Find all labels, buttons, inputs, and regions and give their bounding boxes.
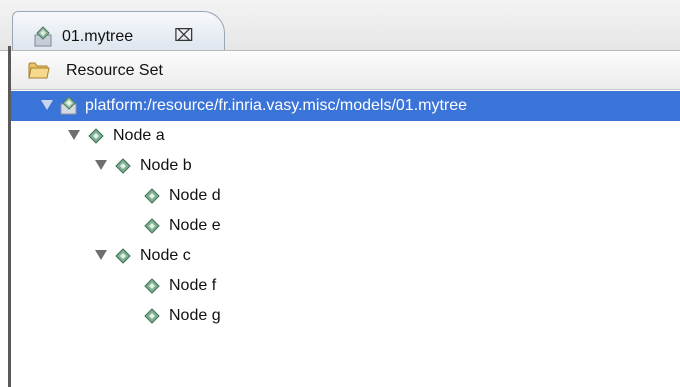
tree-node-b[interactable]: Node b [11, 151, 680, 181]
tree-editor: 01.mytree ⌧ Resource Set platform:/resou… [0, 0, 680, 387]
close-icon[interactable]: ⌧ [174, 26, 194, 46]
tree-node-g[interactable]: Node g [11, 301, 680, 331]
mytree-file-icon [34, 26, 52, 47]
tree-node-icon [144, 188, 160, 204]
tree-node-icon [144, 308, 160, 324]
tree-node-f[interactable]: Node f [11, 271, 680, 301]
tree-node-label: Node b [140, 157, 192, 174]
tree-node-a[interactable]: Node a [11, 121, 680, 151]
tree-node-icon [144, 278, 160, 294]
tree-node-icon [144, 218, 160, 234]
resource-set-label: Resource Set [66, 62, 163, 79]
tree-root-row[interactable]: platform:/resource/fr.inria.vasy.misc/mo… [11, 91, 680, 121]
editor-tab-bar: 01.mytree ⌧ [0, 0, 680, 51]
model-file-icon [60, 96, 77, 115]
tree-node-label: Node c [140, 247, 191, 264]
folder-icon [28, 62, 50, 79]
tree-node-e[interactable]: Node e [11, 211, 680, 241]
expand-toggle-icon[interactable] [68, 130, 80, 140]
tab-title: 01.mytree [62, 28, 134, 45]
expand-toggle-icon[interactable] [41, 100, 53, 110]
tree-node-label: Node d [169, 187, 221, 204]
tree-node-icon [115, 158, 131, 174]
tree-node-c[interactable]: Node c [11, 241, 680, 271]
tree-node-label: Node a [113, 127, 165, 144]
expand-toggle-icon[interactable] [95, 250, 107, 260]
tree-node-label: Node f [169, 277, 217, 294]
tree-node-icon [115, 248, 131, 264]
tree-node-icon [88, 128, 104, 144]
tree-node-d[interactable]: Node d [11, 181, 680, 211]
tree-node-label: Node e [169, 217, 221, 234]
tree-node-label: Node g [169, 307, 221, 324]
resource-set-row[interactable]: Resource Set [11, 52, 680, 90]
tree-root-label: platform:/resource/fr.inria.vasy.misc/mo… [85, 97, 468, 114]
tab-01-mytree[interactable]: 01.mytree ⌧ [12, 11, 225, 50]
expand-toggle-icon[interactable] [95, 160, 107, 170]
